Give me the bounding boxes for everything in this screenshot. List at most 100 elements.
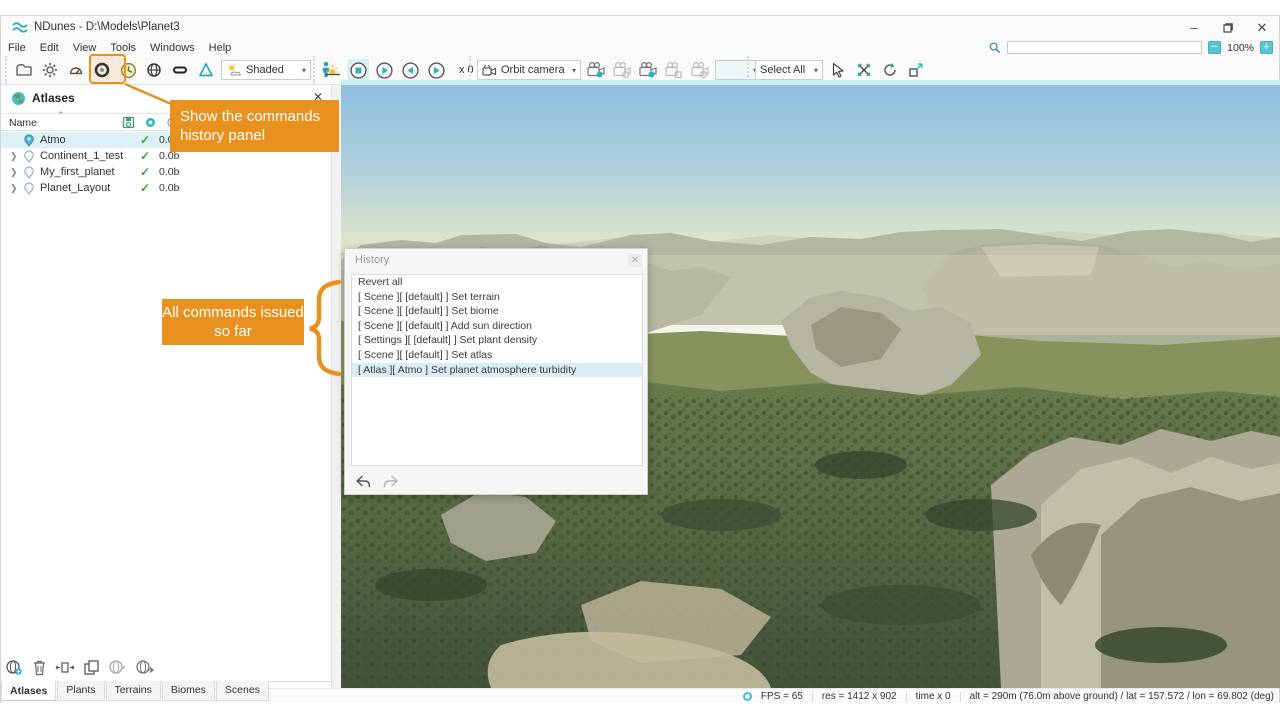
rename-atlas-button[interactable] [55, 660, 75, 675]
camera-play-button[interactable] [637, 59, 659, 81]
history-footer [355, 475, 399, 489]
performance-gauge-button[interactable] [65, 59, 87, 81]
minimize-button[interactable]: – [1177, 16, 1211, 39]
callout-history-button: Show the commands history panel [170, 100, 339, 152]
scale-tool-button[interactable] [905, 59, 927, 81]
maximize-button[interactable] [1211, 16, 1245, 39]
tree-row-size: 0.0b [159, 182, 179, 194]
menu-help[interactable]: Help [202, 41, 239, 55]
menu-tools[interactable]: Tools [103, 41, 143, 55]
status-separator [906, 692, 907, 702]
expand-chevron-icon[interactable]: ❯ [10, 167, 18, 178]
chevron-down-icon: ▾ [572, 66, 576, 75]
settings-gear-button[interactable] [39, 59, 61, 81]
sort-ascending-icon: ⌃ [57, 110, 65, 121]
sunrise-button[interactable] [321, 59, 343, 81]
enabled-column-icon[interactable] [145, 117, 156, 128]
atlas-globe-icon [11, 91, 26, 106]
delete-atlas-button[interactable] [32, 659, 47, 676]
tree-row-myfirstplanet[interactable]: ❯ My_first_planet ✓ 0.0b [1, 164, 331, 180]
tree-row-label: Atmo [40, 134, 66, 146]
prism-button[interactable] [195, 59, 217, 81]
menu-edit[interactable]: Edit [33, 41, 66, 55]
shaded-sun-cloud-icon [226, 63, 242, 77]
menu-windows[interactable]: Windows [143, 41, 202, 55]
zoom-out-button[interactable]: − [1208, 41, 1221, 54]
expand-chevron-icon[interactable]: ❯ [10, 151, 18, 162]
rotate-tool-button[interactable] [879, 59, 901, 81]
tab-biomes[interactable]: Biomes [162, 681, 215, 701]
status-separator [812, 692, 813, 702]
camera-save-button[interactable] [663, 59, 685, 81]
history-item[interactable]: Revert all [352, 275, 642, 290]
step-back-button[interactable] [399, 59, 421, 81]
menu-file[interactable]: File [1, 41, 33, 55]
saved-column-icon[interactable] [122, 116, 135, 129]
status-position: alt = 290m (76.0m above ground) / lat = … [970, 691, 1274, 702]
chevron-down-icon: ▾ [302, 66, 306, 75]
menu-view[interactable]: View [66, 41, 104, 55]
check-icon: ✓ [140, 149, 150, 163]
close-button[interactable]: ✕ [1245, 16, 1279, 39]
tree-row-size: 0.0b [159, 166, 179, 178]
camera-load-button[interactable] [689, 59, 711, 81]
tree-row-planetlayout[interactable]: ❯ Planet_Layout ✓ 0.0b [1, 180, 331, 196]
step-forward-button[interactable] [425, 59, 447, 81]
check-icon: ✓ [140, 165, 150, 179]
add-atlas-button[interactable] [5, 659, 24, 676]
history-list[interactable]: Revert all [ Scene ][ [default] ] Set te… [351, 274, 643, 466]
camera-mode-dropdown[interactable]: Orbit camera ▾ [477, 60, 581, 80]
callout-history-list: All commands issued so far [162, 299, 304, 345]
panel-tabs: Atlases Plants Terrains Biomes Scenes [1, 681, 270, 702]
stop-button[interactable] [347, 59, 369, 81]
camera-record-button[interactable] [585, 59, 607, 81]
name-column-header[interactable]: Name [9, 117, 37, 129]
atlas-pin-icon [23, 134, 35, 147]
status-time: time x 0 [916, 691, 951, 702]
tab-plants[interactable]: Plants [57, 681, 104, 701]
select-cursor-button[interactable] [827, 59, 849, 81]
history-item-selected[interactable]: [ Atlas ][ Atmo ] Set planet atmosphere … [352, 363, 642, 378]
panel-splitter[interactable] [332, 85, 341, 688]
redo-icon[interactable] [383, 475, 399, 489]
camera-pause-button[interactable] [611, 59, 633, 81]
import-atlas-button[interactable] [135, 659, 155, 676]
export-atlas-button[interactable] [108, 659, 127, 676]
search-input[interactable] [1007, 41, 1202, 54]
history-button-highlight [89, 54, 126, 84]
tab-atlases[interactable]: Atlases [1, 681, 56, 701]
select-mode-value: Select All [760, 64, 805, 76]
tree-row-label: My_first_planet [40, 166, 115, 178]
select-mode-dropdown[interactable]: Select All ▾ [755, 60, 823, 80]
open-folder-button[interactable] [13, 59, 35, 81]
history-close-icon[interactable]: ✕ [628, 254, 642, 267]
check-icon: ✓ [140, 133, 150, 147]
camera-mode-icon [482, 64, 497, 77]
history-item[interactable]: [ Scene ][ [default] ] Set biome [352, 304, 642, 319]
atlas-pin-icon [23, 182, 35, 195]
atlases-panel: Atlases ✕ Name ⌃ [1, 85, 332, 688]
check-icon: ✓ [140, 181, 150, 195]
tab-terrains[interactable]: Terrains [106, 681, 161, 701]
history-item[interactable]: [ Scene ][ [default] ] Add sun direction [352, 319, 642, 334]
history-item[interactable]: [ Scene ][ [default] ] Set terrain [352, 290, 642, 305]
window-title: NDunes - D:\Models\Planet3 [34, 21, 180, 33]
duplicate-atlas-button[interactable] [83, 659, 100, 676]
atlas-actions-toolbar [5, 659, 155, 676]
history-item[interactable]: [ Settings ][ [default] ] Set plant dens… [352, 333, 642, 348]
play-button[interactable] [373, 59, 395, 81]
tab-scenes[interactable]: Scenes [216, 681, 269, 701]
app-logo-icon [12, 21, 28, 33]
history-item[interactable]: [ Scene ][ [default] ] Set atlas [352, 348, 642, 363]
expand-chevron-icon[interactable]: ❯ [10, 183, 18, 194]
atlas-pin-icon [23, 150, 35, 163]
camera-mode-value: Orbit camera [501, 64, 565, 76]
move-tool-button[interactable] [853, 59, 875, 81]
undo-icon[interactable] [355, 475, 371, 489]
shading-mode-dropdown[interactable]: Shaded ▾ [221, 60, 311, 80]
zoom-in-button[interactable]: + [1260, 41, 1273, 54]
globe-button[interactable] [143, 59, 165, 81]
capsule-button[interactable] [169, 59, 191, 81]
chevron-down-icon: ▾ [814, 66, 818, 75]
history-panel[interactable]: History ✕ Revert all [ Scene ][ [default… [344, 248, 648, 495]
